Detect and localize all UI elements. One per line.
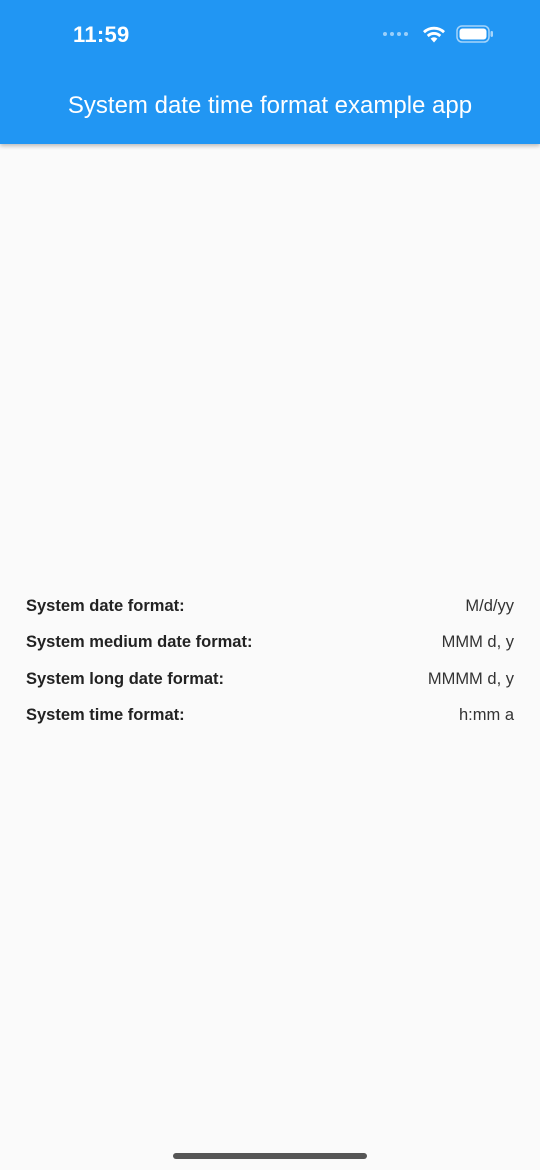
format-value: h:mm a [458, 706, 514, 725]
format-label: System long date format: [26, 669, 225, 688]
format-label: System medium date format: [26, 633, 253, 652]
format-label: System date format: [26, 596, 185, 615]
status-bar: 11:59 [0, 0, 540, 74]
app-title: System date time format example app [67, 92, 473, 119]
format-label: System time format: [26, 706, 185, 725]
home-indicator[interactable] [173, 1153, 367, 1159]
format-value: MMM d, y [441, 633, 514, 652]
app-bar: 11:59 System date time format example ap… [0, 0, 540, 144]
format-row-medium-date: System medium date format: MMM d, y [26, 625, 514, 662]
status-icons [383, 25, 494, 43]
signal-dots-icon [383, 32, 408, 36]
format-list: System date format: M/d/yy System medium… [26, 588, 514, 734]
format-row-time: System time format: h:mm a [26, 698, 514, 735]
wifi-icon [423, 26, 445, 43]
status-time: 11:59 [73, 22, 130, 47]
format-row-date: System date format: M/d/yy [26, 588, 514, 625]
format-value: M/d/yy [465, 596, 514, 615]
format-row-long-date: System long date format: MMMM d, y [26, 661, 514, 698]
format-value: MMMM d, y [427, 669, 514, 688]
battery-icon [456, 25, 493, 43]
